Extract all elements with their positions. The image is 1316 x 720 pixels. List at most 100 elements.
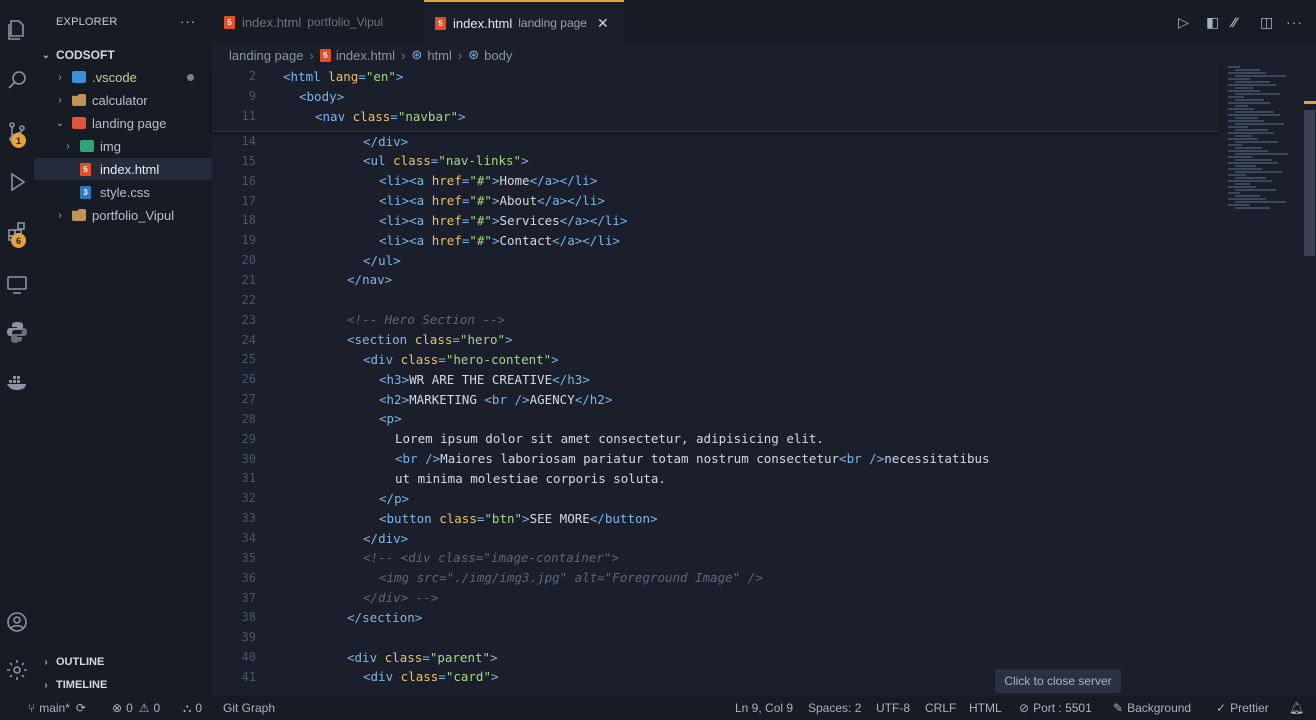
- tree-item-vscode[interactable]: › .vscode: [34, 66, 212, 88]
- explorer-icon[interactable]: [0, 10, 34, 50]
- line-number: 41: [241, 669, 256, 684]
- workspace-root[interactable]: ⌄ CODSOFT: [34, 44, 212, 66]
- python-icon[interactable]: [0, 312, 34, 352]
- code-line[interactable]: 33 <button class="btn">SEE MORE</button>: [212, 508, 1222, 528]
- open-preview-icon[interactable]: ◧: [1206, 14, 1219, 31]
- search-icon[interactable]: [0, 60, 34, 100]
- branch-indicator[interactable]: ⑂ main* ⟳: [28, 696, 90, 720]
- run-icon[interactable]: ▷: [1178, 14, 1189, 31]
- minimap-line: [1228, 198, 1266, 200]
- chevron-right-icon: ›: [58, 209, 62, 221]
- run-debug-icon[interactable]: [0, 162, 34, 202]
- sticky-line[interactable]: 2 <html lang="en">: [212, 66, 1222, 86]
- code-line[interactable]: 14 </div>: [212, 131, 1222, 151]
- tab-index-landing[interactable]: 5 index.html landing page ✕: [424, 0, 624, 44]
- sticky-line[interactable]: 11 <nav class="navbar">: [212, 106, 1222, 126]
- timeline-section[interactable]: › TIMELINE: [34, 674, 107, 696]
- indentation[interactable]: Spaces: 2: [808, 696, 861, 720]
- code-line[interactable]: 20 </ul>: [212, 250, 1222, 270]
- minimap-line: [1228, 66, 1240, 68]
- docker-icon[interactable]: [0, 362, 34, 402]
- code-line[interactable]: 35 <!-- <div class="image-container">: [212, 548, 1222, 568]
- live-share-icon[interactable]: ⁄⁄: [1232, 14, 1237, 30]
- code-line[interactable]: 23 <!-- Hero Section -->: [212, 310, 1222, 330]
- prettier-indicator[interactable]: ✓ Prettier: [1216, 696, 1269, 720]
- tree-item-style-css[interactable]: 3 style.css: [34, 181, 212, 203]
- code-line[interactable]: 22: [212, 290, 1222, 310]
- code-editor[interactable]: 14 </div> 15 <ul class="nav-links"> 16 <li><a…: [212, 66, 1222, 696]
- code-text: </nav>: [347, 272, 393, 288]
- code-line[interactable]: 15 <ul class="nav-links">: [212, 151, 1222, 171]
- ports-indicator[interactable]: ⛬ 0: [183, 696, 202, 720]
- code-line[interactable]: 29 Lorem ipsum dolor sit amet consectetur…: [212, 429, 1222, 449]
- minimap-line: [1235, 153, 1288, 155]
- live-server-port[interactable]: ⊘ Port : 5501: [1019, 696, 1092, 720]
- minimap[interactable]: [1226, 66, 1302, 216]
- sticky-scroll[interactable]: 2 <html lang="en"> 9 <body> 11 <nav class="na…: [212, 66, 1220, 132]
- code-line[interactable]: 19 <li><a href="#">Contact</a></li>: [212, 230, 1222, 250]
- background-indicator[interactable]: ✎ Background: [1113, 696, 1191, 720]
- code-line[interactable]: 21 </nav>: [212, 270, 1222, 290]
- minimap-line: [1228, 84, 1276, 86]
- code-line[interactable]: 32 </p>: [212, 488, 1222, 508]
- close-tab-icon[interactable]: ✕: [597, 15, 609, 32]
- breadcrumb-file[interactable]: index.html: [336, 48, 395, 63]
- line-number: 40: [241, 650, 256, 665]
- code-line[interactable]: 27 <h2>MARKETING <br />AGENCY</h2>: [212, 389, 1222, 409]
- problems-indicator[interactable]: ⊗ 0 ⚠ 0: [112, 696, 160, 720]
- code-line[interactable]: 17 <li><a href="#">About</a></li>: [212, 191, 1222, 211]
- chevron-down-icon: ⌄: [55, 117, 65, 129]
- code-line[interactable]: 37 </div> -->: [212, 588, 1222, 608]
- breadcrumb-separator-icon: ›: [457, 47, 463, 63]
- git-graph-button[interactable]: Git Graph: [223, 696, 275, 720]
- cursor-position[interactable]: Ln 9, Col 9: [735, 696, 793, 720]
- code-line[interactable]: 28 <p>: [212, 409, 1222, 429]
- tab-index-portfolio[interactable]: 5 index.html portfolio_Vipul: [212, 0, 420, 44]
- tree-item-img[interactable]: › img: [34, 135, 212, 157]
- more-actions-icon[interactable]: ···: [1286, 14, 1303, 30]
- chevron-right-icon: ›: [58, 94, 62, 106]
- encoding[interactable]: UTF-8: [876, 696, 910, 720]
- breadcrumb-symbol-body[interactable]: body: [484, 48, 512, 63]
- sticky-line[interactable]: 9 <body>: [212, 86, 1222, 106]
- editor-scrollbar[interactable]: [1304, 110, 1315, 256]
- breadcrumb-symbol-html[interactable]: html: [427, 48, 452, 63]
- notifications-icon[interactable]: 🔔︎: [1289, 696, 1304, 720]
- code-line[interactable]: 18 <li><a href="#">Services</a></li>: [212, 210, 1222, 230]
- folder-icon: [72, 117, 86, 129]
- minimap-line: [1235, 207, 1270, 209]
- code-line[interactable]: 30 <br />Maiores laboriosam pariatur tota…: [212, 449, 1222, 469]
- breadcrumb-folder[interactable]: landing page: [229, 48, 303, 63]
- minimap-line: [1228, 108, 1254, 110]
- remote-explorer-icon[interactable]: [0, 264, 34, 304]
- tree-item-index-html[interactable]: 5 index.html: [34, 158, 212, 180]
- minimap-line: [1228, 96, 1244, 98]
- line-number: 37: [241, 590, 256, 605]
- code-text: <br />Maiores laboriosam pariatur totam …: [395, 451, 990, 467]
- settings-gear-icon[interactable]: [0, 650, 34, 690]
- language-mode[interactable]: HTML: [969, 696, 1002, 720]
- code-line[interactable]: 38 </section>: [212, 607, 1222, 627]
- code-line[interactable]: 39: [212, 627, 1222, 647]
- code-line[interactable]: 40 <div class="parent">: [212, 647, 1222, 667]
- minimap-line: [1228, 192, 1240, 194]
- outline-section[interactable]: › OUTLINE: [34, 651, 104, 673]
- code-line[interactable]: 24 <section class="hero">: [212, 330, 1222, 350]
- code-line[interactable]: 34 </div>: [212, 528, 1222, 548]
- code-line[interactable]: 16 <li><a href="#">Home</a></li>: [212, 171, 1222, 191]
- line-ending[interactable]: CRLF: [925, 696, 956, 720]
- tree-item-label: portfolio_Vipul: [92, 207, 175, 223]
- code-line[interactable]: 31 ut minima molestiae corporis soluta.: [212, 468, 1222, 488]
- code-line[interactable]: 36 <img src="./img/img3.jpg" alt="Foregro…: [212, 568, 1222, 588]
- explorer-more-icon[interactable]: ···: [180, 14, 196, 29]
- accounts-icon[interactable]: [0, 602, 34, 642]
- tree-item-portfolio[interactable]: › portfolio_Vipul: [34, 204, 212, 226]
- explorer-sidebar: EXPLORER ··· ⌄ CODSOFT › .vscode › calcu…: [34, 0, 212, 696]
- code-line[interactable]: 25 <div class="hero-content">: [212, 349, 1222, 369]
- line-number: 21: [241, 272, 256, 287]
- code-line[interactable]: 26 <h3>WR ARE THE CREATIVE</h3>: [212, 369, 1222, 389]
- sync-icon[interactable]: ⟳: [76, 701, 86, 715]
- tree-item-landing-page[interactable]: ⌄ landing page: [34, 112, 212, 134]
- split-editor-icon[interactable]: ◫: [1260, 14, 1273, 31]
- tree-item-calculator[interactable]: › calculator: [34, 89, 212, 111]
